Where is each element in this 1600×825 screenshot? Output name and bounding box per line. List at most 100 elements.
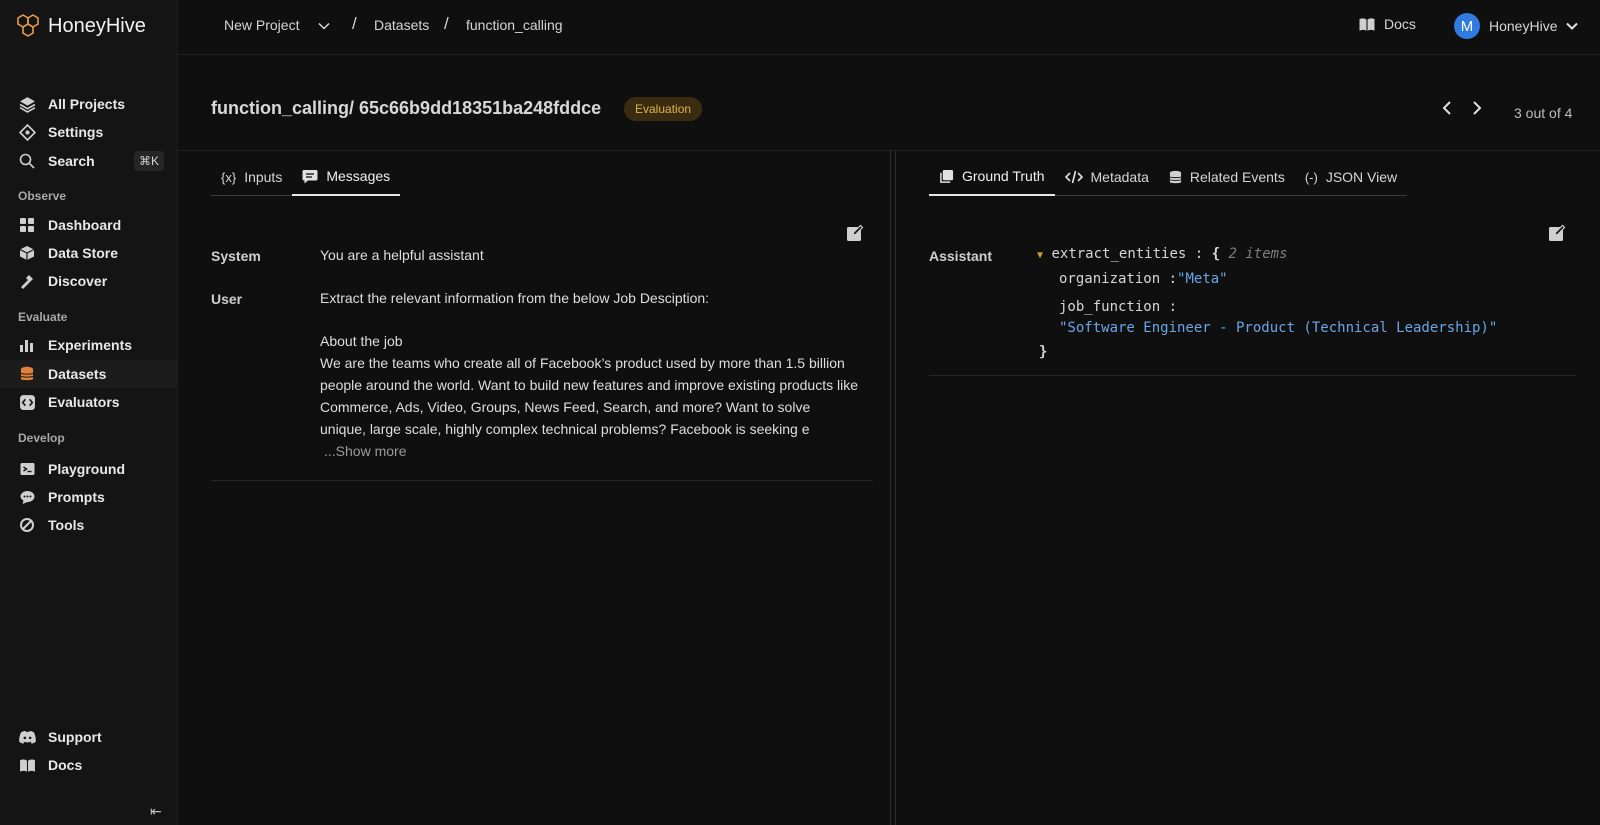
sidebar-item-label: Evaluators [48,394,120,410]
json-close-row: } [1039,344,1047,360]
section-label-develop: Develop [18,431,65,445]
chevron-right-icon [1473,101,1482,115]
user-menu[interactable]: M HoneyHive [1454,13,1579,39]
sidebar: HoneyHive All Projects Settings Search ⌘… [0,0,178,825]
sidebar-item-label: Tools [48,517,85,533]
message-icon [302,169,318,183]
json-key: extract_entities [1051,246,1187,262]
breadcrumb-function-calling[interactable]: function_calling [466,17,563,33]
sidebar-item-evaluators[interactable]: Evaluators [0,388,178,416]
json-root-row[interactable]: ▼ extract_entities : { 2 items [1037,246,1288,262]
data-store-icon [18,244,36,262]
sidebar-item-docs[interactable]: Docs [0,751,178,779]
user-name: HoneyHive [1489,18,1558,34]
discover-icon [18,272,36,290]
json-colon: : [1168,271,1178,287]
variable-icon: {x} [221,169,237,185]
edit-ground-truth-button[interactable] [1548,224,1566,242]
collapse-sidebar-button[interactable]: ⇤ [150,803,162,820]
sidebar-item-all-projects[interactable]: All Projects [0,90,178,118]
sidebar-item-settings[interactable]: Settings [0,118,178,146]
panel-resize-handle[interactable] [890,150,896,825]
json-value[interactable]: "Meta" [1177,271,1228,287]
terminal-icon [18,460,36,478]
logo[interactable]: HoneyHive [14,11,146,41]
avatar: M [1454,13,1480,39]
database-icon [1169,170,1182,183]
json-colon: : [1168,299,1178,315]
edit-icon [1549,224,1566,241]
tab-inputs[interactable]: {x} Inputs [211,158,292,196]
code-icon [1064,170,1083,184]
show-more-link[interactable]: ...Show more [320,440,860,462]
app-root: HoneyHive All Projects Settings Search ⌘… [0,0,1600,825]
layers-icon [18,95,36,113]
tab-related-events[interactable]: Related Events [1159,158,1295,196]
copy-icon [940,169,954,183]
ground-truth-role: Assistant [929,248,993,264]
caret-down-icon[interactable]: ▼ [1037,250,1043,261]
sidebar-item-label: Settings [48,124,104,140]
json-row-job-function: job_function : [1059,299,1177,315]
tab-ground-truth[interactable]: Ground Truth [929,158,1055,196]
bar-chart-icon [18,336,36,354]
message-content-user: Extract the relevant information from th… [320,287,860,462]
tab-metadata[interactable]: Metadata [1055,158,1159,196]
sidebar-item-experiments[interactable]: Experiments [0,331,178,359]
sidebar-item-playground[interactable]: Playground [0,455,178,483]
sidebar-item-datasets[interactable]: Datasets [0,360,178,388]
dashboard-icon [18,216,36,234]
chat-icon [18,488,36,506]
message-line: Extract the relevant information from th… [320,290,710,306]
topbar: New Project / Datasets / function_callin… [178,0,1600,55]
tab-label: Related Events [1189,169,1285,185]
json-icon: (-) [1304,169,1318,185]
tab-label: Inputs [244,169,283,185]
json-row-job-function-value: "Software Engineer - Product (Technical … [1059,320,1497,336]
book-icon [1359,17,1375,31]
prev-page-button[interactable] [1441,100,1453,121]
breadcrumb-datasets[interactable]: Datasets [374,17,429,33]
honeycomb-logo-icon [17,14,39,37]
tools-icon [18,516,36,534]
search-shortcut: ⌘K [133,151,164,171]
search-icon [18,152,36,170]
sidebar-item-label: Prompts [48,489,105,505]
sidebar-item-support[interactable]: Support [0,723,178,751]
next-page-button[interactable] [1471,100,1483,121]
json-brace: } [1039,344,1048,360]
sidebar-item-search[interactable]: Search ⌘K [0,147,178,175]
sidebar-item-label: Dashboard [48,217,122,233]
sidebar-item-label: Search [48,153,95,169]
docs-link[interactable]: Docs [1358,16,1416,32]
json-row-organization: organization :"Meta" [1059,271,1228,287]
chevron-down-icon[interactable] [318,18,330,34]
tab-messages[interactable]: Messages [292,158,401,196]
message-line: About the job [320,333,403,349]
json-value[interactable]: "Software Engineer - Product (Technical … [1059,320,1497,336]
status-badge: Evaluation [624,97,703,121]
json-brace: { [1211,246,1221,262]
sidebar-item-tools[interactable]: Tools [0,511,178,539]
breadcrumb-separator: / [352,14,357,33]
left-tabs: {x} Inputs Messages [211,158,401,196]
sidebar-item-dashboard[interactable]: Dashboard [0,211,178,239]
sidebar-item-data-store[interactable]: Data Store [0,239,178,267]
message-content-system: You are a helpful assistant [320,247,484,263]
edit-icon [847,224,864,241]
app-name: HoneyHive [48,14,146,37]
settings-icon [18,123,36,141]
chevron-down-icon [1566,22,1579,30]
tab-json-view[interactable]: (-) JSON View [1295,158,1407,196]
chevron-left-icon [1442,101,1451,115]
project-selector[interactable]: New Project [224,17,299,33]
sidebar-item-label: All Projects [48,96,126,112]
edit-messages-button[interactable] [846,224,864,242]
json-item-count: 2 items [1228,246,1288,262]
sidebar-item-prompts[interactable]: Prompts [0,483,178,511]
sidebar-item-discover[interactable]: Discover [0,267,178,295]
sidebar-item-label: Data Store [48,245,119,261]
pager-count: 3 out of 4 [1514,105,1573,121]
section-label-evaluate: Evaluate [18,310,68,324]
